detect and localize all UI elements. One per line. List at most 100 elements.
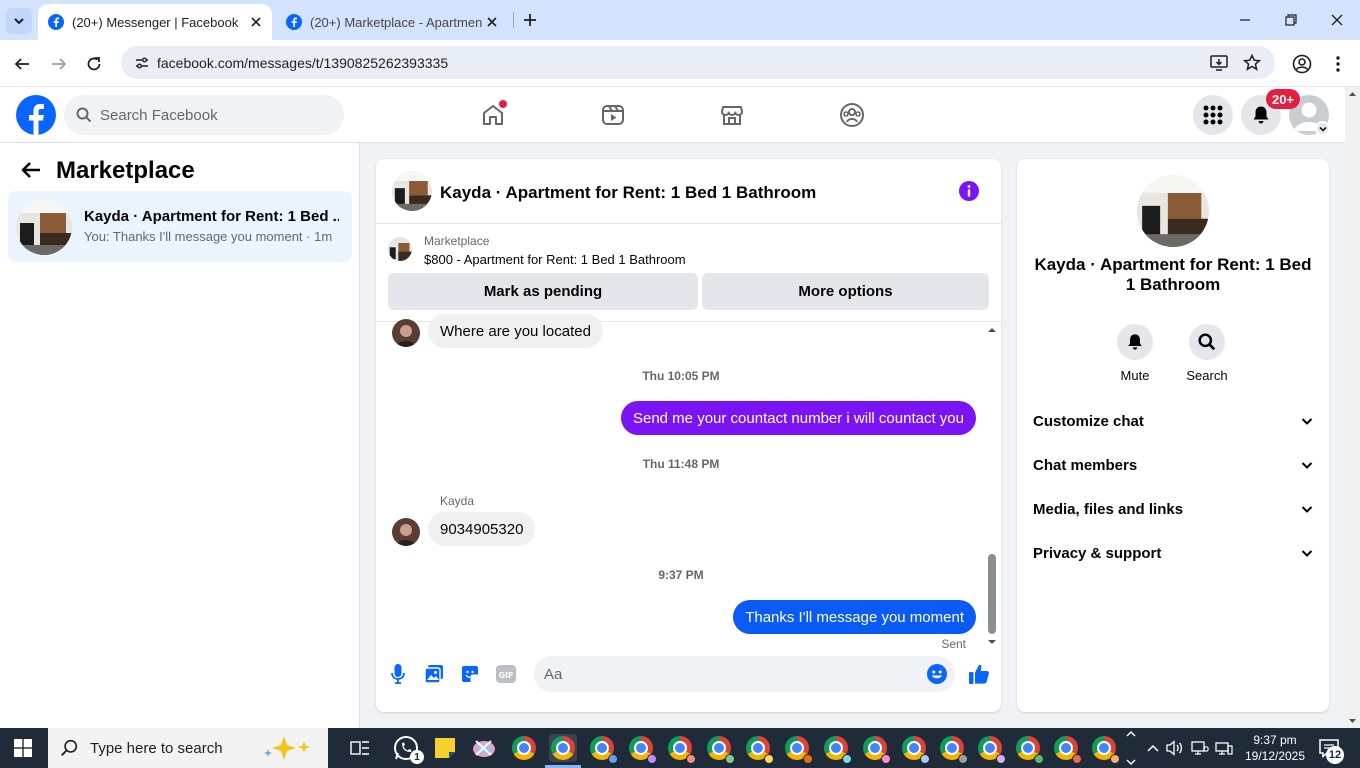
profile-icon <box>1292 54 1312 74</box>
chrome-taskbar-icon-active[interactable] <box>549 734 577 762</box>
close-tab-button[interactable] <box>246 12 266 32</box>
profile-badge <box>686 754 696 764</box>
profile-badge <box>608 754 618 764</box>
browser-menu-button[interactable] <box>1326 52 1350 76</box>
tab-separator <box>513 12 514 28</box>
chrome-profile-taskbar-icon[interactable] <box>588 734 618 764</box>
profile-badge <box>1072 754 1082 764</box>
chrome-taskbar-icon[interactable] <box>510 734 538 762</box>
nav-home[interactable] <box>477 99 509 131</box>
incoming-message[interactable]: Where are you located <box>428 314 603 348</box>
kayda-avatar[interactable] <box>392 319 420 347</box>
taskbar-scroll-arrows[interactable] <box>1124 730 1138 766</box>
customize-chat-section[interactable]: Customize chat <box>1033 401 1313 441</box>
minimize-button[interactable] <box>1233 8 1257 32</box>
chrome-profile-taskbar-icon[interactable] <box>900 734 930 764</box>
new-tab-button[interactable] <box>520 10 540 30</box>
restore-button[interactable] <box>1279 8 1303 32</box>
chrome-profile-taskbar-icon[interactable] <box>744 734 774 764</box>
sticker-button[interactable] <box>460 664 480 684</box>
account-menu-caret[interactable] <box>1315 121 1330 136</box>
nav-groups[interactable] <box>836 99 868 131</box>
page-scrollbar[interactable] <box>1345 87 1360 728</box>
conversation-info-button[interactable] <box>959 181 979 201</box>
system-clock[interactable]: 9:37 pm 19/12/2025 <box>1240 732 1310 764</box>
minimize-icon <box>1240 19 1250 21</box>
tab-search-button[interactable] <box>6 8 32 34</box>
chrome-profile-taskbar-icon[interactable] <box>1090 734 1120 764</box>
listing-thumbnail[interactable] <box>392 171 432 211</box>
mute-button[interactable]: Mute <box>1105 324 1165 383</box>
chrome-profile-taskbar-icon[interactable] <box>627 734 657 764</box>
outgoing-message[interactable]: Thanks I'll message you moment <box>733 600 976 634</box>
snipping-tool-taskbar-icon[interactable] <box>470 734 498 762</box>
menu-button[interactable] <box>1193 95 1233 135</box>
show-hidden-icons-button[interactable] <box>1144 739 1162 757</box>
chat-title[interactable]: Kayda · Apartment for Rent: 1 Bed 1 Bath… <box>440 183 816 203</box>
forward-button[interactable] <box>47 52 71 76</box>
back-button[interactable] <box>10 52 34 76</box>
profile-button[interactable] <box>1290 52 1314 76</box>
task-view-button[interactable] <box>346 734 374 762</box>
chrome-profile-taskbar-icon[interactable] <box>1014 734 1044 764</box>
tab-messenger[interactable]: (20+) Messenger | Facebook <box>38 4 272 40</box>
back-to-marketplace-button[interactable] <box>20 159 44 183</box>
attach-media-button[interactable] <box>424 664 444 684</box>
mark-as-pending-button[interactable]: Mark as pending <box>388 273 698 310</box>
chat-members-section[interactable]: Chat members <box>1033 445 1313 485</box>
facebook-logo-icon[interactable] <box>16 95 56 135</box>
chrome-profile-taskbar-icon[interactable] <box>976 734 1006 764</box>
network-button[interactable] <box>1215 739 1233 757</box>
gif-icon: GIF <box>496 665 516 683</box>
whatsapp-taskbar-icon[interactable]: 1 <box>392 734 424 764</box>
send-like-button[interactable] <box>967 662 991 686</box>
media-files-links-section[interactable]: Media, files and links <box>1033 489 1313 529</box>
install-app-icon[interactable] <box>1209 53 1229 73</box>
facebook-search-box[interactable] <box>64 95 344 135</box>
nav-marketplace[interactable] <box>716 99 748 131</box>
reload-icon <box>87 57 101 71</box>
sticky-notes-taskbar-icon[interactable] <box>431 734 459 762</box>
site-info-icon[interactable] <box>127 55 157 71</box>
reload-button[interactable] <box>82 52 106 76</box>
close-window-button[interactable] <box>1325 8 1349 32</box>
chrome-profile-taskbar-icon[interactable] <box>822 734 852 764</box>
emoji-button[interactable] <box>927 664 947 684</box>
chrome-profile-taskbar-icon[interactable] <box>666 734 696 764</box>
kayda-avatar[interactable] <box>392 518 420 546</box>
message-input[interactable] <box>544 665 914 683</box>
marketplace-listing-bar[interactable]: Marketplace $800 - Apartment for Rent: 1… <box>376 224 1001 269</box>
address-bar[interactable]: facebook.com/messages/t/1390825262393335 <box>121 46 1275 79</box>
close-tab-button[interactable] <box>482 12 502 32</box>
incoming-message[interactable]: 9034905320 <box>428 512 536 546</box>
chrome-profile-taskbar-icon[interactable] <box>938 734 968 764</box>
privacy-support-section[interactable]: Privacy & support <box>1033 533 1313 573</box>
chrome-profile-taskbar-icon[interactable] <box>861 734 891 764</box>
taskbar-search-input[interactable] <box>90 739 260 757</box>
thread-scroll-thumb[interactable] <box>988 554 996 634</box>
listing-thumbnail[interactable] <box>1137 175 1209 247</box>
windows-start-icon[interactable] <box>14 739 32 757</box>
bell-icon <box>1128 334 1142 350</box>
message-status: Sent <box>941 637 966 651</box>
more-options-button[interactable]: More options <box>702 273 989 310</box>
search-in-conversation-button[interactable]: Search <box>1177 324 1237 383</box>
message-thread[interactable]: Where are you located Thu 10:05 PM Send … <box>376 314 1001 651</box>
bookmark-star-icon[interactable] <box>1242 53 1262 73</box>
arrow-right-icon <box>52 58 67 70</box>
tab-marketplace[interactable]: (20+) Marketplace - Apartment <box>276 4 508 40</box>
conversation-item[interactable]: Kayda · Apartment for Rent: 1 Bed ... Yo… <box>8 191 352 262</box>
nav-video[interactable] <box>597 99 629 131</box>
taskbar-search-box[interactable] <box>48 728 328 768</box>
profile-badge <box>725 754 735 764</box>
chrome-profile-taskbar-icon[interactable] <box>1052 734 1082 764</box>
gif-button[interactable]: GIF <box>496 664 516 684</box>
voice-clip-button[interactable] <box>388 664 408 684</box>
chrome-profile-taskbar-icon[interactable] <box>783 734 813 764</box>
message-input-box[interactable] <box>534 656 955 692</box>
volume-button[interactable] <box>1166 739 1184 757</box>
chrome-profile-taskbar-icon[interactable] <box>705 734 735 764</box>
outgoing-message[interactable]: Send me your countact number i will coun… <box>620 401 976 435</box>
connect-display-button[interactable] <box>1191 739 1209 757</box>
facebook-search-input[interactable] <box>100 106 320 124</box>
